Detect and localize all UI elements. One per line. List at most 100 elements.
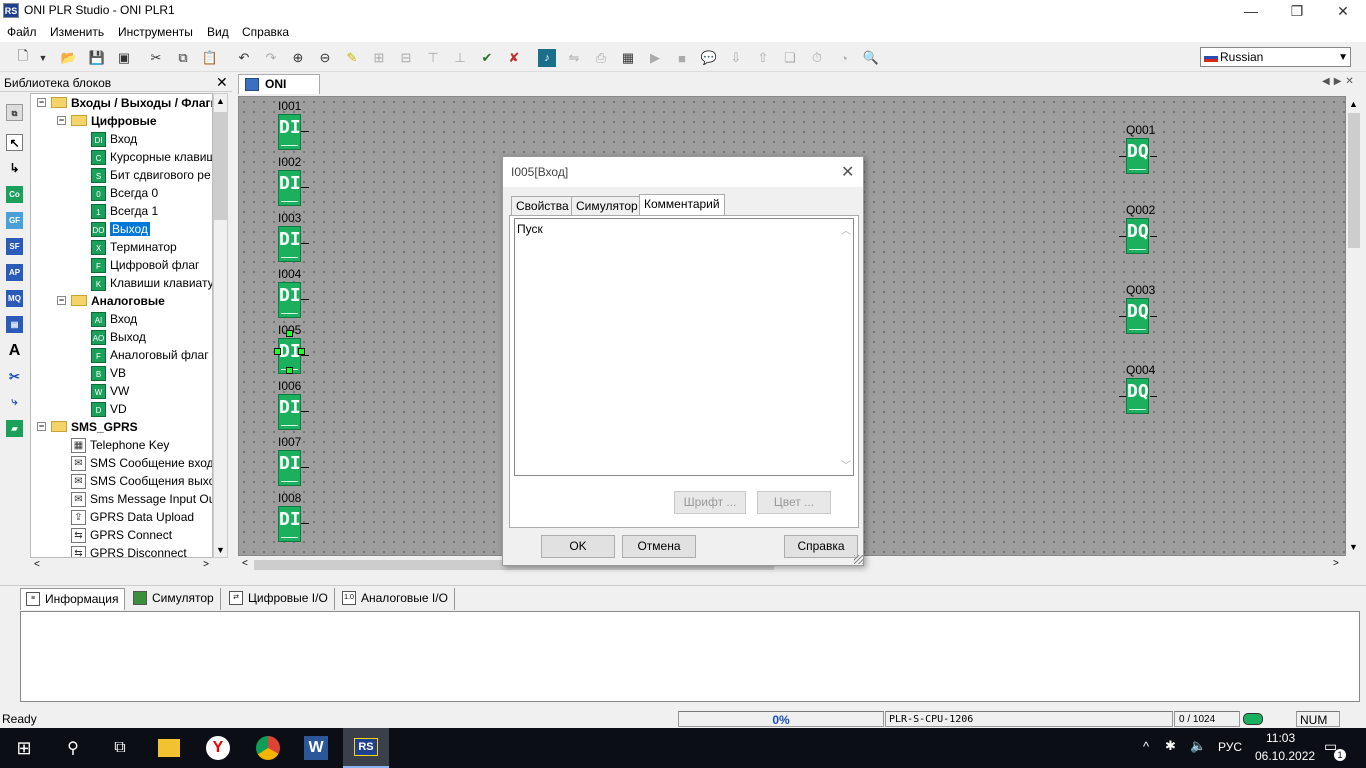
- collapse-toggle-icon[interactable]: −: [57, 296, 66, 305]
- redo-icon[interactable]: ↷: [262, 49, 280, 67]
- cut-icon[interactable]: ✂: [147, 49, 165, 67]
- output-pin[interactable]: [301, 411, 309, 412]
- digital-output-block[interactable]: DQ: [1126, 298, 1149, 334]
- clock-icon[interactable]: ◔: [835, 49, 853, 67]
- tab-simulator[interactable]: Симулятор: [571, 196, 643, 215]
- menu-edit[interactable]: Изменить: [50, 25, 104, 39]
- tree-item[interactable]: − Входы / Выходы / Флаги: [37, 94, 212, 112]
- tree-item[interactable]: C Курсорные клавиш: [91, 148, 212, 166]
- tree-item[interactable]: F Аналоговый флаг: [91, 346, 209, 364]
- input-language[interactable]: РУС: [1218, 740, 1242, 754]
- menu-file[interactable]: Файл: [7, 25, 37, 39]
- output-pin[interactable]: [301, 299, 309, 300]
- dropdown-arrow-icon[interactable]: ▼: [34, 49, 52, 67]
- pen-icon[interactable]: ✎: [343, 49, 361, 67]
- compile-icon[interactable]: ♪: [538, 49, 556, 67]
- undo-icon[interactable]: ↶: [235, 49, 253, 67]
- selection-handle[interactable]: [274, 348, 281, 355]
- digital-input-block[interactable]: DI: [278, 114, 301, 150]
- output-pin[interactable]: [301, 355, 309, 356]
- tray-chevron-up-icon[interactable]: ^: [1143, 739, 1149, 754]
- tab-simulator-bottom[interactable]: Симулятор: [128, 588, 221, 610]
- tree-item[interactable]: ✉ SMS Сообщение вход: [71, 454, 212, 472]
- print-icon[interactable]: ⎙: [592, 49, 610, 67]
- comment-icon[interactable]: 💬: [700, 49, 718, 67]
- mq-block-icon[interactable]: MQ: [6, 290, 23, 307]
- tree-item[interactable]: S Бит сдвигового ре: [91, 166, 211, 184]
- block-pin[interactable]: [1119, 156, 1126, 157]
- information-output[interactable]: [20, 611, 1360, 702]
- digital-output-block[interactable]: DQ: [1126, 218, 1149, 254]
- selection-handle[interactable]: [286, 367, 293, 374]
- block-pin[interactable]: [1150, 316, 1157, 317]
- digital-output-block[interactable]: DQ: [1126, 138, 1149, 174]
- digital-input-block[interactable]: DI: [278, 394, 301, 430]
- ok-button[interactable]: OK: [541, 535, 615, 558]
- menu-view[interactable]: Вид: [207, 25, 229, 39]
- canvas-scroll-right-icon[interactable]: >: [1333, 558, 1339, 569]
- block-pin[interactable]: [1150, 156, 1157, 157]
- tab-navigation[interactable]: ◀▶✕: [1322, 76, 1358, 87]
- tree-item[interactable]: ⇆ GPRS Connect: [71, 526, 172, 544]
- tab-comment[interactable]: Комментарий: [639, 194, 725, 215]
- tree-item[interactable]: F Цифровой флаг: [91, 256, 199, 274]
- paste-icon[interactable]: 📋: [201, 49, 219, 67]
- tree-item[interactable]: − Аналоговые: [57, 292, 165, 310]
- zoom-in-icon[interactable]: ⊕: [289, 49, 307, 67]
- output-pin[interactable]: [301, 187, 309, 188]
- io-block-icon[interactable]: ▤: [6, 316, 23, 333]
- timer-icon[interactable]: ⏱: [808, 49, 826, 67]
- delete-check-icon[interactable]: ✘: [505, 49, 523, 67]
- align-top-icon[interactable]: ⊤: [424, 49, 442, 67]
- download-icon[interactable]: ⇩: [727, 49, 745, 67]
- network-icon[interactable]: ✱: [1165, 738, 1176, 754]
- menu-tools[interactable]: Инструменты: [118, 25, 193, 39]
- text-tool-icon[interactable]: A: [6, 342, 23, 359]
- canvas-scroll-up-icon[interactable]: ▲: [1349, 99, 1358, 109]
- tree-item[interactable]: AO Выход: [91, 328, 146, 346]
- selection-handle[interactable]: [298, 348, 305, 355]
- stack-icon[interactable]: ❏: [781, 49, 799, 67]
- language-select[interactable]: Russian ▼: [1200, 47, 1351, 67]
- align-left-icon[interactable]: ⊞: [370, 49, 388, 67]
- check-icon[interactable]: ✔: [478, 49, 496, 67]
- selection-handle[interactable]: [286, 330, 293, 337]
- tree-item[interactable]: − Цифровые: [57, 112, 157, 130]
- zoom-out-icon[interactable]: ⊖: [316, 49, 334, 67]
- collapse-toggle-icon[interactable]: −: [57, 116, 66, 125]
- output-pin[interactable]: [301, 523, 309, 524]
- tree-item[interactable]: ⇆ GPRS Disconnect: [71, 544, 187, 557]
- cut-line-icon[interactable]: ✂: [6, 368, 23, 385]
- layers-icon[interactable]: ▰: [6, 420, 23, 437]
- grid-icon[interactable]: ▦: [619, 49, 637, 67]
- digital-input-block[interactable]: DI: [278, 226, 301, 262]
- oni-plr-taskbar-button[interactable]: RS: [343, 728, 389, 768]
- resize-grip-icon[interactable]: [854, 555, 863, 564]
- output-pin[interactable]: [301, 467, 309, 468]
- tree-scroll-thumb[interactable]: [214, 112, 227, 220]
- new-file-icon[interactable]: 🗋: [14, 48, 32, 67]
- align-center-icon[interactable]: ⊟: [397, 49, 415, 67]
- tree-horizontal-scrollbar[interactable]: < >: [30, 558, 213, 573]
- tab-oni-plr1[interactable]: ONI PLR1: [238, 74, 320, 110]
- task-view-icon[interactable]: ⧉: [107, 735, 133, 761]
- pointer-icon[interactable]: ↖: [6, 134, 23, 151]
- tree-item[interactable]: K Клавиши клавиату: [91, 274, 212, 292]
- cancel-button[interactable]: Отмена: [622, 535, 696, 558]
- digital-input-block[interactable]: DI: [278, 282, 301, 318]
- tree-item[interactable]: DO Выход: [91, 220, 150, 238]
- word-icon[interactable]: W: [304, 736, 328, 760]
- collapse-toggle-icon[interactable]: −: [37, 422, 46, 431]
- output-pin[interactable]: [301, 243, 309, 244]
- restore-button[interactable]: ❐: [1274, 0, 1320, 22]
- tree-item[interactable]: 1 Всегда 1: [91, 202, 158, 220]
- comment-scroll-down-icon[interactable]: ﹀: [841, 457, 851, 472]
- windows-start-icon[interactable]: ⊞: [11, 735, 37, 761]
- tree-item[interactable]: − SMS_GPRS: [37, 418, 138, 436]
- tab-properties[interactable]: Свойства: [511, 196, 574, 215]
- ap-block-icon[interactable]: AP: [6, 264, 23, 281]
- digital-input-block[interactable]: DI: [278, 170, 301, 206]
- yandex-browser-icon[interactable]: Y: [206, 736, 230, 760]
- digital-input-block[interactable]: DI: [278, 450, 301, 486]
- save-all-icon[interactable]: ▣: [115, 49, 133, 67]
